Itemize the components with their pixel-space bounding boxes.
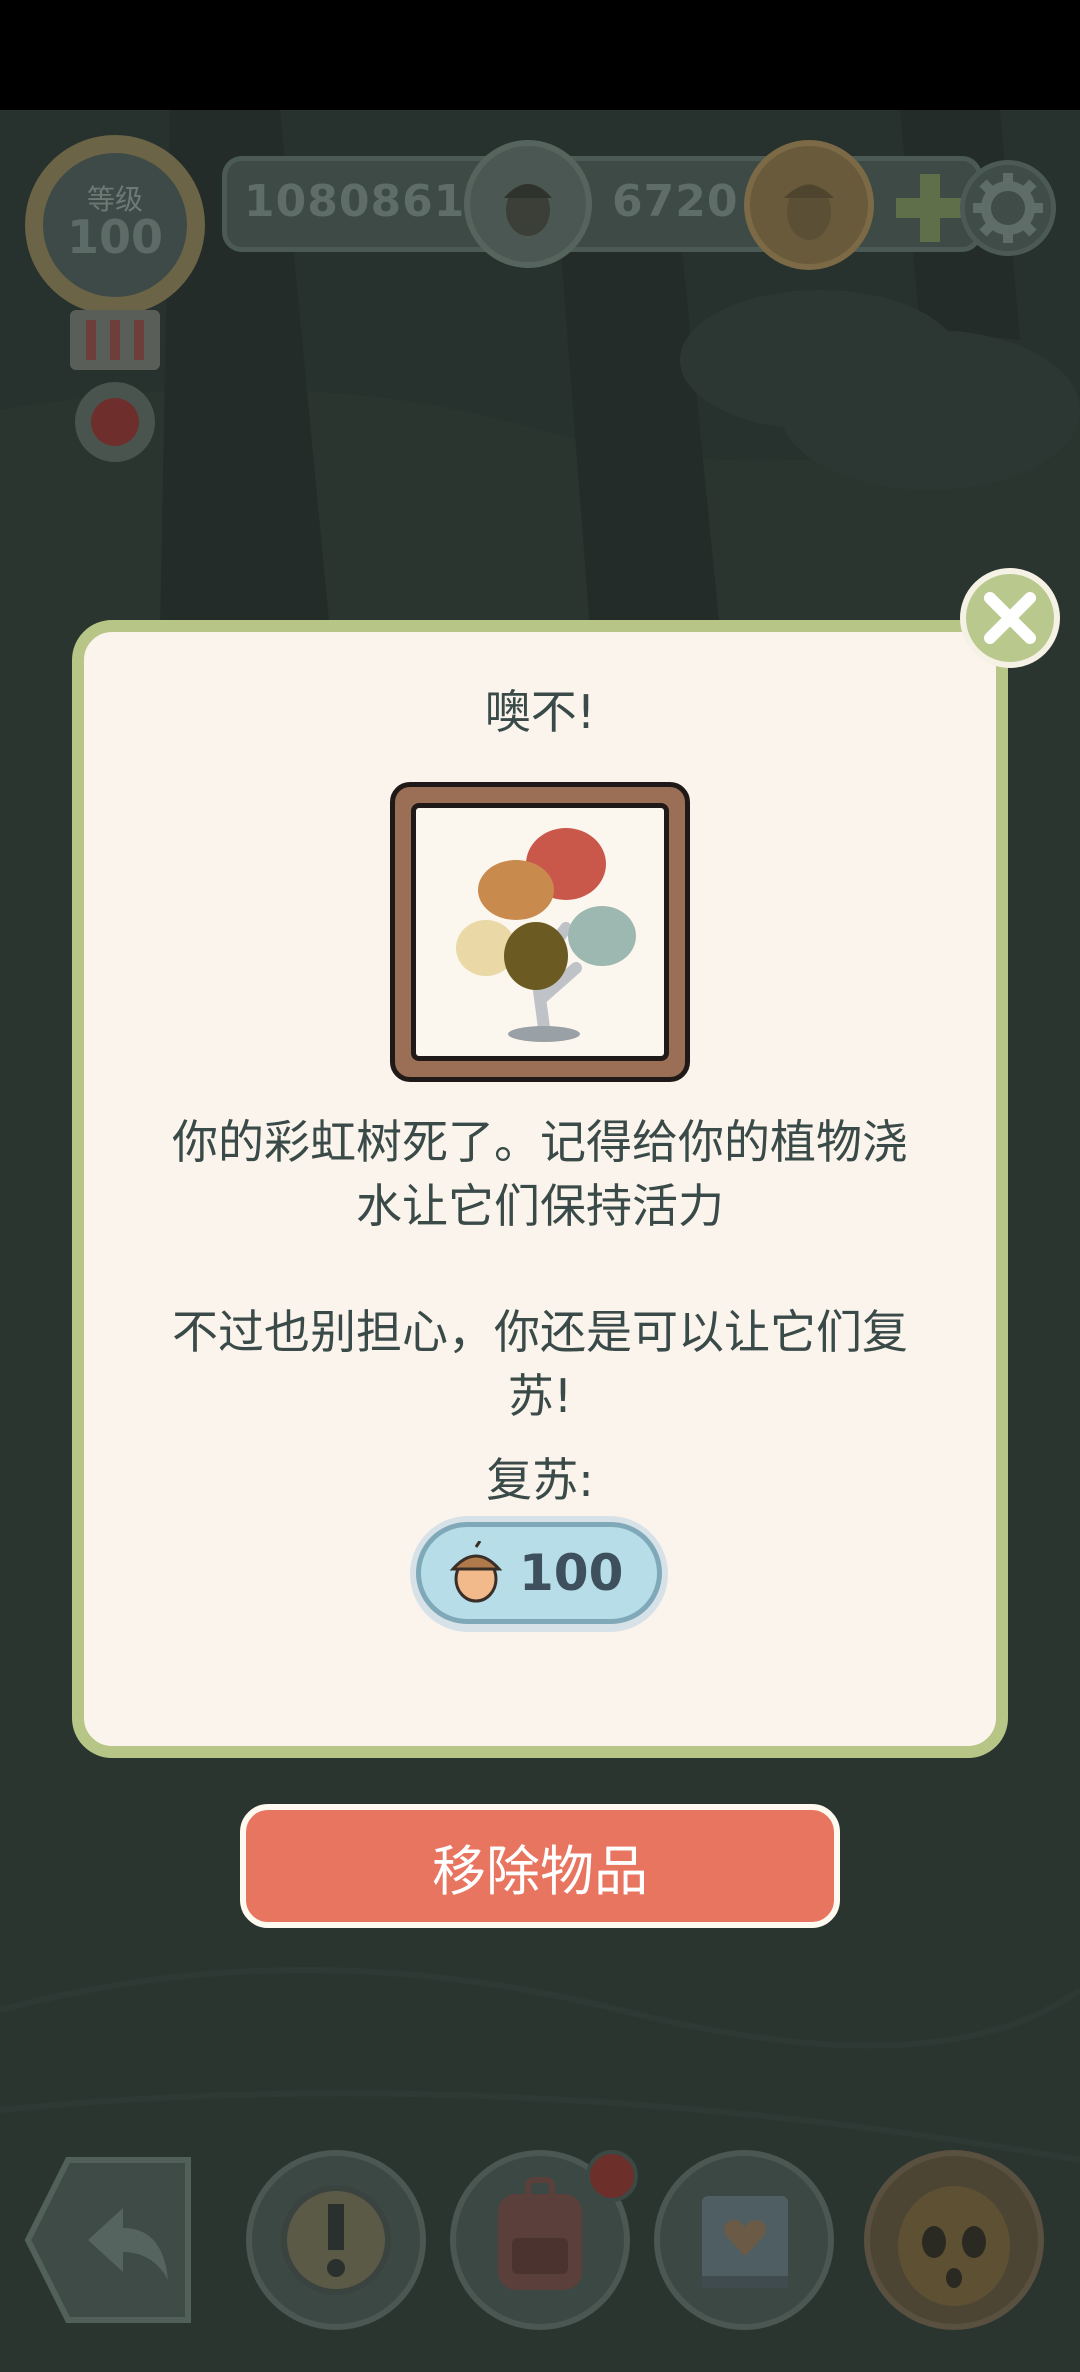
acorn-character-icon [898,2186,1010,2306]
close-icon [984,592,1036,644]
plant-image-frame [390,782,690,1082]
revive-button[interactable]: 100 [410,1516,668,1632]
dialog-message-line2: 水让它们保持活力 [356,1179,724,1233]
rainbow-tree-icon [456,828,636,1042]
level-value: 100 [66,210,164,264]
back-button[interactable] [18,2150,198,2330]
dialog-title: 噢不! [484,685,596,739]
plus-icon [896,174,964,242]
settings-button[interactable] [960,160,1056,256]
back-arrow-icon [24,2157,191,2323]
exclamation-icon [281,2185,391,2295]
journal-button[interactable] [654,2150,834,2330]
remove-item-label: 移除物品 [432,1839,648,1903]
level-ribbon-icon [70,310,160,462]
remove-item-button[interactable]: 移除物品 [240,1804,840,1928]
acorn-icon [449,1541,503,1603]
level-badge[interactable]: 等级 100 [22,132,208,318]
heart-book-icon [702,2196,788,2288]
primary-currency-value: 1080861 [244,176,466,227]
dialog-message-line4: 苏! [507,1369,573,1423]
status-bar [0,0,1080,110]
revive-label: 复苏: [486,1453,594,1507]
golden-acorn-icon [744,140,874,270]
close-button[interactable] [960,568,1060,668]
acorn-icon [464,140,592,268]
revive-cost: 100 [519,1544,624,1602]
character-button[interactable] [864,2150,1044,2330]
gear-icon [973,173,1043,243]
notification-dot [586,2150,638,2202]
dialog-message-line1: 你的彩虹树死了。记得给你的植物浇 [172,1115,908,1169]
quests-button[interactable] [246,2150,426,2330]
secondary-currency-value: 6720 [612,176,739,227]
dialog-message-line3: 不过也别担心，你还是可以让它们复 [172,1305,908,1359]
add-currency-button[interactable] [890,168,970,248]
